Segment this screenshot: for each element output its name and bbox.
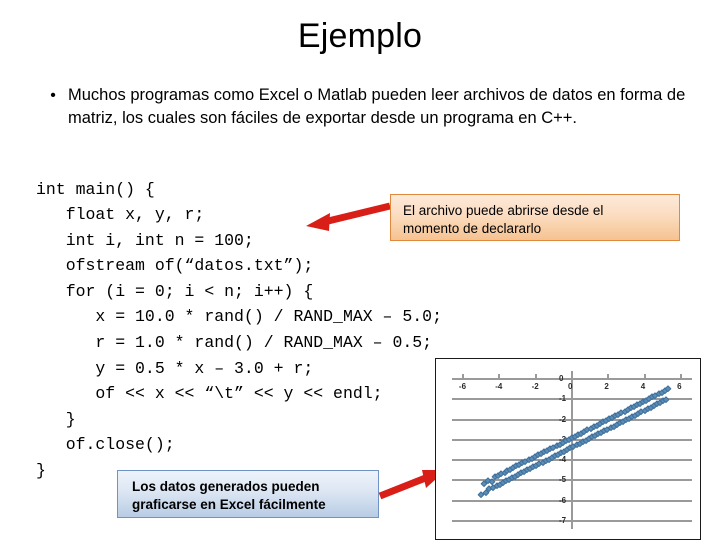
x-axis-tick: [534, 374, 537, 379]
callout-blue-line-1: Los datos generados pueden: [132, 479, 320, 494]
slide-canvas: Ejemplo • Muchos programas como Excel o …: [0, 0, 720, 540]
callout-orange: El archivo puede abrirse desde el moment…: [390, 194, 680, 241]
page-title: Ejemplo: [297, 17, 423, 55]
x-axis-tick: [461, 374, 464, 379]
callout-orange-line-2: momento de declararlo: [403, 221, 542, 236]
y-axis-tick-label: -4: [559, 455, 567, 465]
callout-orange-line-1: El archivo puede abrirse desde el: [403, 203, 604, 218]
scatter-chart: 0-1-2-3-4-5-6-7-6-4-20246: [435, 358, 701, 540]
x-axis-tick: [643, 374, 646, 379]
y-axis-tick-label: -1: [559, 394, 567, 404]
callout-blue: Los datos generados pueden graficarse en…: [117, 470, 379, 518]
x-axis-tick: [607, 374, 610, 379]
x-axis-tick-label: -6: [458, 382, 467, 392]
y-axis-tick-label: -2: [559, 414, 567, 424]
chart-plot-area: 0-1-2-3-4-5-6-7-6-4-20246: [436, 359, 700, 539]
arrow-to-code-icon: [306, 202, 391, 231]
x-axis-tick-label: -2: [531, 382, 539, 392]
x-axis-tick-label: -4: [495, 382, 503, 392]
bullet-list: • Muchos programas como Excel o Matlab p…: [38, 84, 704, 130]
bullet-text: Muchos programas como Excel o Matlab pue…: [68, 86, 686, 127]
y-axis-tick-label: -6: [559, 495, 567, 505]
x-axis-tick-label: 6: [677, 382, 682, 392]
x-axis-tick-label: 2: [604, 382, 609, 392]
x-axis-tick-label: 4: [640, 382, 646, 392]
x-axis-tick: [571, 374, 573, 379]
y-axis-tick-label: 0: [559, 374, 564, 384]
y-axis-tick-label: -7: [559, 515, 567, 525]
list-item: • Muchos programas como Excel o Matlab p…: [38, 84, 704, 130]
x-axis-tick: [680, 374, 683, 379]
bullet-marker-icon: •: [50, 87, 56, 104]
x-axis-tick: [498, 374, 501, 379]
x-axis-tick-label: 0: [568, 382, 573, 392]
y-axis-tick-label: -5: [559, 475, 567, 485]
callout-blue-line-2: graficarse en Excel fácilmente: [132, 497, 326, 512]
